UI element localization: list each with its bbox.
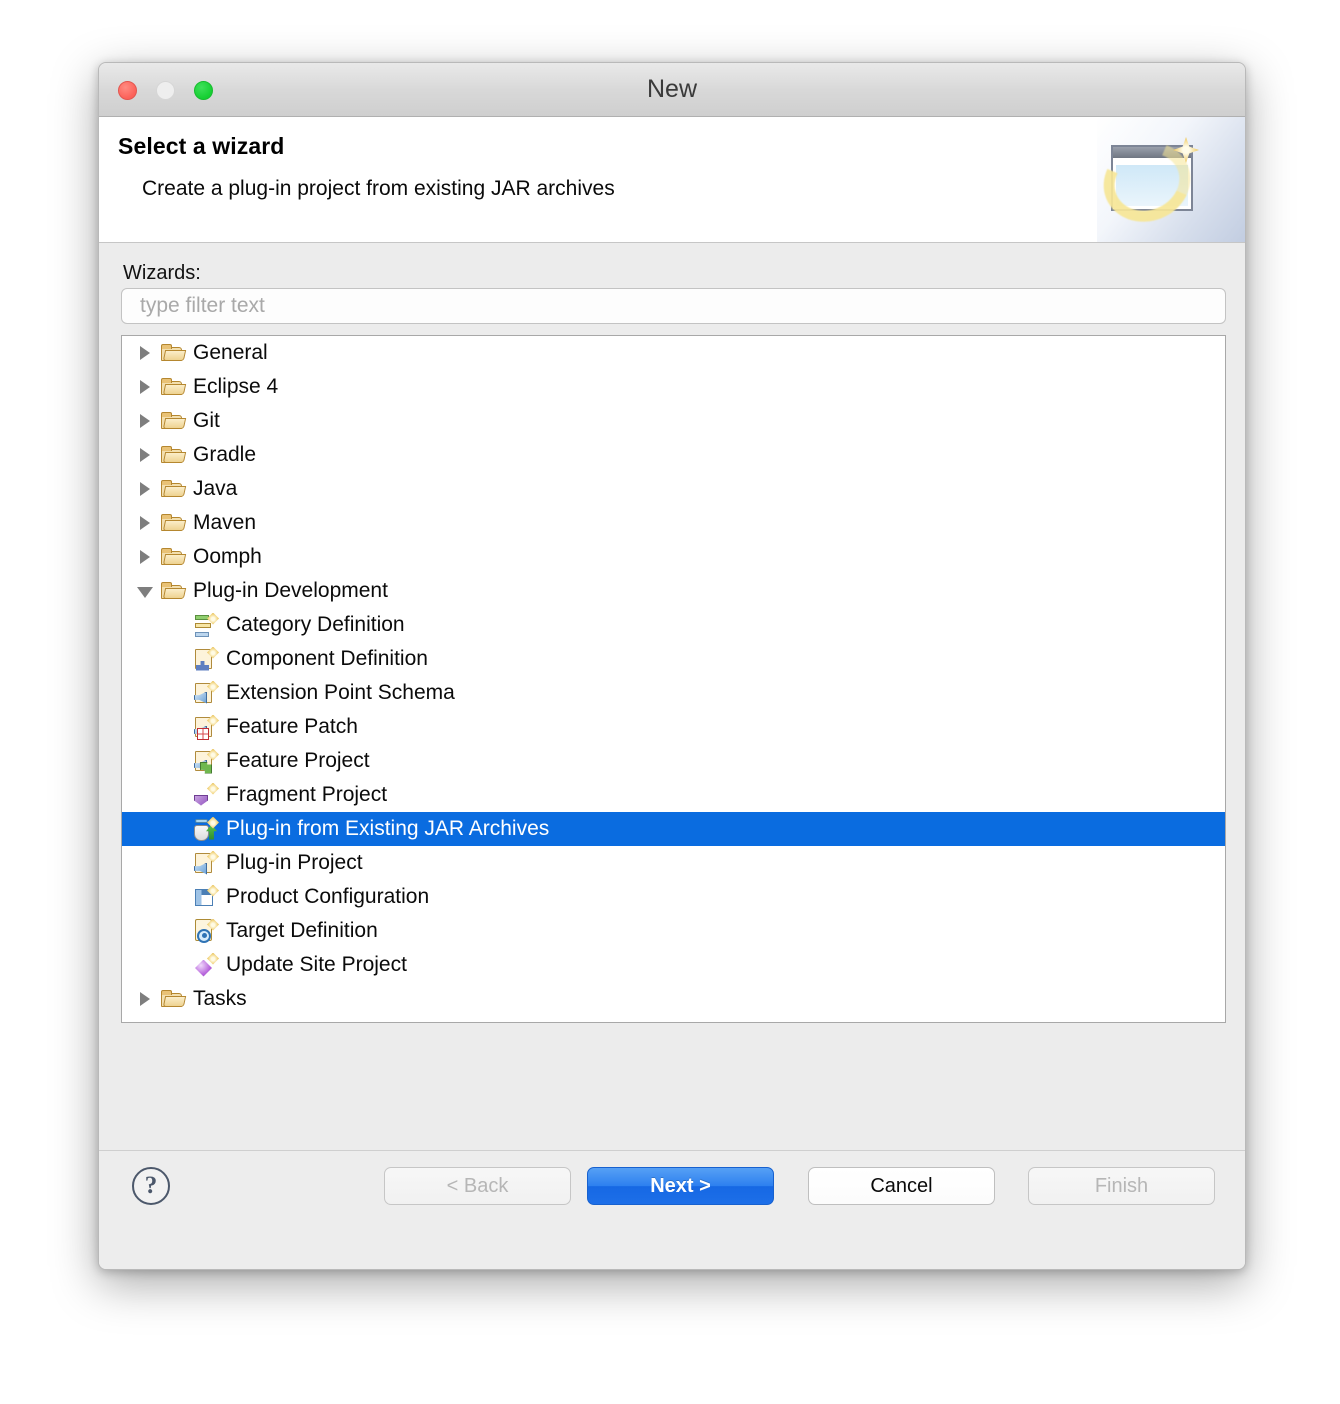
folder-icon (161, 479, 187, 499)
wizard-banner-icon (1091, 117, 1245, 242)
tree-item-label: Gradle (193, 443, 257, 466)
chevron-right-icon[interactable] (137, 413, 154, 430)
finish-button[interactable]: Finish (1028, 1167, 1215, 1205)
fragment-project-icon (194, 782, 219, 808)
tree-item[interactable]: Fragment Project (122, 778, 1225, 812)
help-icon[interactable]: ? (132, 1167, 170, 1205)
tree-item-label: Extension Point Schema (226, 681, 455, 704)
wizard-tree[interactable]: General Eclipse 4 Git Gradle Java Maven Oomph P… (121, 335, 1226, 1023)
tree-item-label: Java (193, 477, 238, 500)
folder-icon (161, 989, 187, 1009)
wizards-label: Wizards: (123, 262, 201, 284)
tree-item[interactable]: Component Definition (122, 642, 1225, 676)
folder-icon (161, 445, 187, 465)
chevron-right-icon[interactable] (137, 991, 154, 1008)
target-definition-icon (194, 918, 219, 944)
tree-item-label: Fragment Project (226, 783, 388, 806)
chevron-right-icon[interactable] (137, 447, 154, 464)
category-definition-icon (194, 612, 219, 638)
tree-item[interactable]: Category Definition (122, 608, 1225, 642)
tree-item-label: Plug-in Project (226, 851, 363, 874)
cancel-button[interactable]: Cancel (808, 1167, 995, 1205)
tree-item-label: Plug-in Development (193, 579, 388, 602)
folder-icon (161, 411, 187, 431)
tree-item[interactable]: General (122, 336, 1225, 370)
tree-item-label: Git (193, 409, 220, 432)
folder-icon (161, 377, 187, 397)
tree-item[interactable]: Maven (122, 506, 1225, 540)
feature-project-icon (194, 748, 219, 774)
window-titlebar: New (99, 63, 1245, 117)
dialog-footer: ? < Back Next > Cancel Finish (99, 1150, 1245, 1269)
tree-item[interactable]: Extension Point Schema (122, 676, 1225, 710)
tree-item-label: Product Configuration (226, 885, 430, 908)
tree-item-label: Feature Project (226, 749, 370, 772)
tree-item[interactable]: Plug-in Development (122, 574, 1225, 608)
tree-item[interactable]: Target Definition (122, 914, 1225, 948)
tree-item[interactable]: Gradle (122, 438, 1225, 472)
tree-item-label: Component Definition (226, 647, 428, 670)
filter-input[interactable] (121, 288, 1226, 324)
wizard-banner: Select a wizard Create a plug-in project… (99, 117, 1245, 243)
chevron-right-icon[interactable] (137, 481, 154, 498)
tree-item-label: Target Definition (226, 919, 378, 942)
tree-item[interactable]: Plug-in from Existing JAR Archives (122, 812, 1225, 846)
update-site-project-icon (194, 952, 219, 978)
next-button[interactable]: Next > (587, 1167, 774, 1205)
tree-item[interactable]: Oomph (122, 540, 1225, 574)
folder-icon (161, 343, 187, 363)
tree-item[interactable]: Git (122, 404, 1225, 438)
extension-point-schema-icon (194, 680, 219, 706)
tree-item[interactable]: Update Site Project (122, 948, 1225, 982)
tree-item-label: Maven (193, 511, 257, 534)
chevron-down-icon[interactable] (137, 583, 154, 600)
tree-item-label: Feature Patch (226, 715, 358, 738)
tree-item-label: Tasks (193, 987, 247, 1010)
chevron-right-icon[interactable] (137, 345, 154, 362)
tree-item[interactable]: Java (122, 472, 1225, 506)
folder-icon (161, 581, 187, 601)
product-configuration-icon (194, 884, 219, 910)
tree-item-label: Plug-in from Existing JAR Archives (226, 817, 550, 840)
page-title: Select a wizard (118, 133, 285, 159)
tree-item-label: Update Site Project (226, 953, 407, 976)
tree-item[interactable]: Product Configuration (122, 880, 1225, 914)
tree-item[interactable]: Plug-in Project (122, 846, 1225, 880)
tree-item-label: Eclipse 4 (193, 375, 279, 398)
tree-item[interactable]: Feature Project (122, 744, 1225, 778)
chevron-right-icon[interactable] (137, 379, 154, 396)
page-description: Create a plug-in project from existing J… (142, 177, 615, 200)
tree-item[interactable]: Tasks (122, 982, 1225, 1016)
tree-item-label: General (193, 341, 268, 364)
tree-item[interactable]: Feature Patch (122, 710, 1225, 744)
jar-plugin-icon (194, 816, 219, 842)
new-wizard-dialog: New Select a wizard Create a plug-in pro… (98, 62, 1246, 1270)
window-title: New (646, 75, 697, 103)
tree-item-label: Oomph (193, 545, 262, 568)
tree-item-label: Category Definition (226, 613, 405, 636)
tree-item[interactable]: Eclipse 4 (122, 370, 1225, 404)
feature-patch-icon (194, 714, 219, 740)
component-definition-icon (194, 646, 219, 672)
wizard-body: Wizards: General Eclipse 4 Git Gradle Java Ma… (99, 243, 1245, 1150)
plugin-project-icon (194, 850, 219, 876)
folder-icon (161, 547, 187, 567)
chevron-right-icon[interactable] (137, 515, 154, 532)
back-button[interactable]: < Back (384, 1167, 571, 1205)
chevron-right-icon[interactable] (137, 549, 154, 566)
folder-icon (161, 513, 187, 533)
